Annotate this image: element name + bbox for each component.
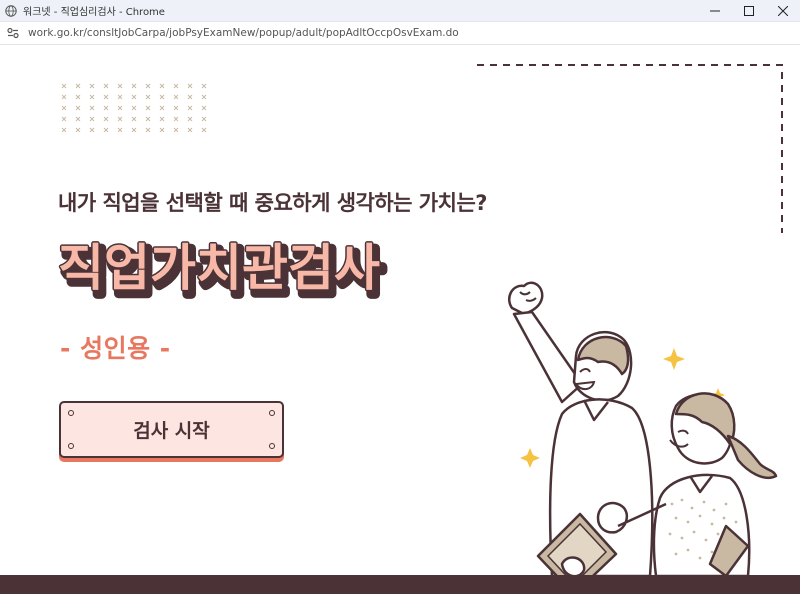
- hero-title-text: 직업가치관검사: [58, 239, 380, 297]
- hero-subtitle: 내가 직업을 선택할 때 중요하게 생각하는 가치는?: [58, 191, 487, 215]
- start-test-button-label: 검사 시작: [133, 420, 210, 442]
- maximize-icon: [744, 6, 754, 16]
- address-bar: work.go.kr/consltJobCarpa/jobPsyExamNew/…: [0, 22, 800, 45]
- window-controls: [698, 0, 800, 22]
- sparkle-icon: [520, 448, 540, 468]
- footer-bar: [0, 575, 800, 594]
- rivet-decoration: [68, 410, 74, 416]
- x-pattern-decoration: [61, 83, 207, 132]
- globe-icon: [5, 4, 17, 17]
- rivet-decoration: [269, 410, 275, 416]
- dashed-frame-decoration: [477, 64, 783, 233]
- start-test-button[interactable]: 검사 시작: [59, 401, 284, 458]
- rivet-decoration: [68, 443, 74, 449]
- sparkle-icon: [663, 348, 685, 370]
- window-title: 워크넷 - 직업심리검사 - Chrome: [23, 7, 165, 18]
- minimize-button[interactable]: [698, 0, 732, 22]
- rivet-decoration: [269, 443, 275, 449]
- page-content: 내가 직업을 선택할 때 중요하게 생각하는 가치는? 직업가치관검사 직업가치…: [0, 46, 800, 594]
- close-icon: [778, 6, 788, 16]
- cheering-people-illustration: [507, 281, 778, 576]
- url-text[interactable]: work.go.kr/consltJobCarpa/jobPsyExamNew/…: [28, 27, 459, 39]
- close-button[interactable]: [766, 0, 800, 22]
- minimize-icon: [710, 10, 720, 12]
- window-titlebar: 워크넷 - 직업심리검사 - Chrome: [0, 0, 800, 22]
- site-settings-icon[interactable]: [6, 26, 20, 40]
- hero-tagline: - 성인용 -: [60, 334, 171, 363]
- maximize-button[interactable]: [732, 0, 766, 22]
- hero-title: 직업가치관검사 직업가치관검사: [54, 232, 444, 303]
